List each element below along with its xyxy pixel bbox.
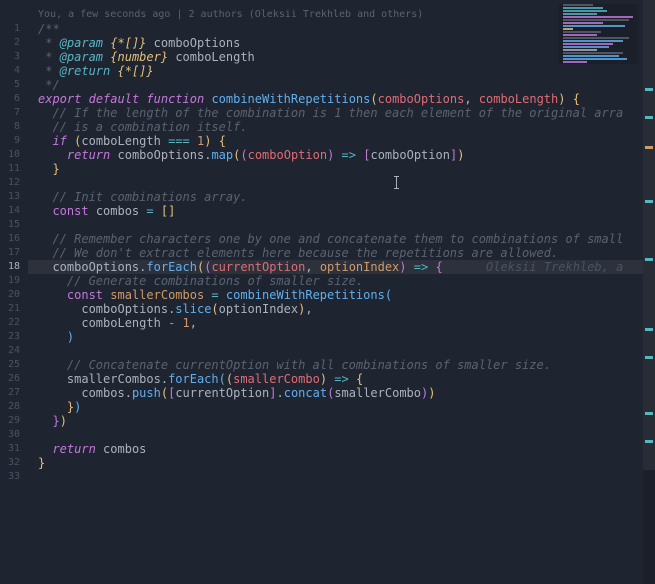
minimap[interactable] <box>559 4 639 64</box>
inline-blame: Oleksii Trekhleb, a <box>486 260 623 274</box>
line-gutter: 1 2 3 4 5 6 7 8 9 10 11 12 13 14 15 16 1… <box>0 0 28 584</box>
text-cursor <box>396 176 397 189</box>
code-area[interactable]: You, a few seconds ago | 2 authors (Olek… <box>28 0 655 584</box>
vertical-scrollbar[interactable] <box>643 0 655 584</box>
code-line[interactable]: export default function combineWithRepet… <box>28 92 655 106</box>
code-editor[interactable]: 1 2 3 4 5 6 7 8 9 10 11 12 13 14 15 16 1… <box>0 0 655 584</box>
active-line[interactable]: comboOptions.forEach((currentOption, opt… <box>28 260 655 274</box>
